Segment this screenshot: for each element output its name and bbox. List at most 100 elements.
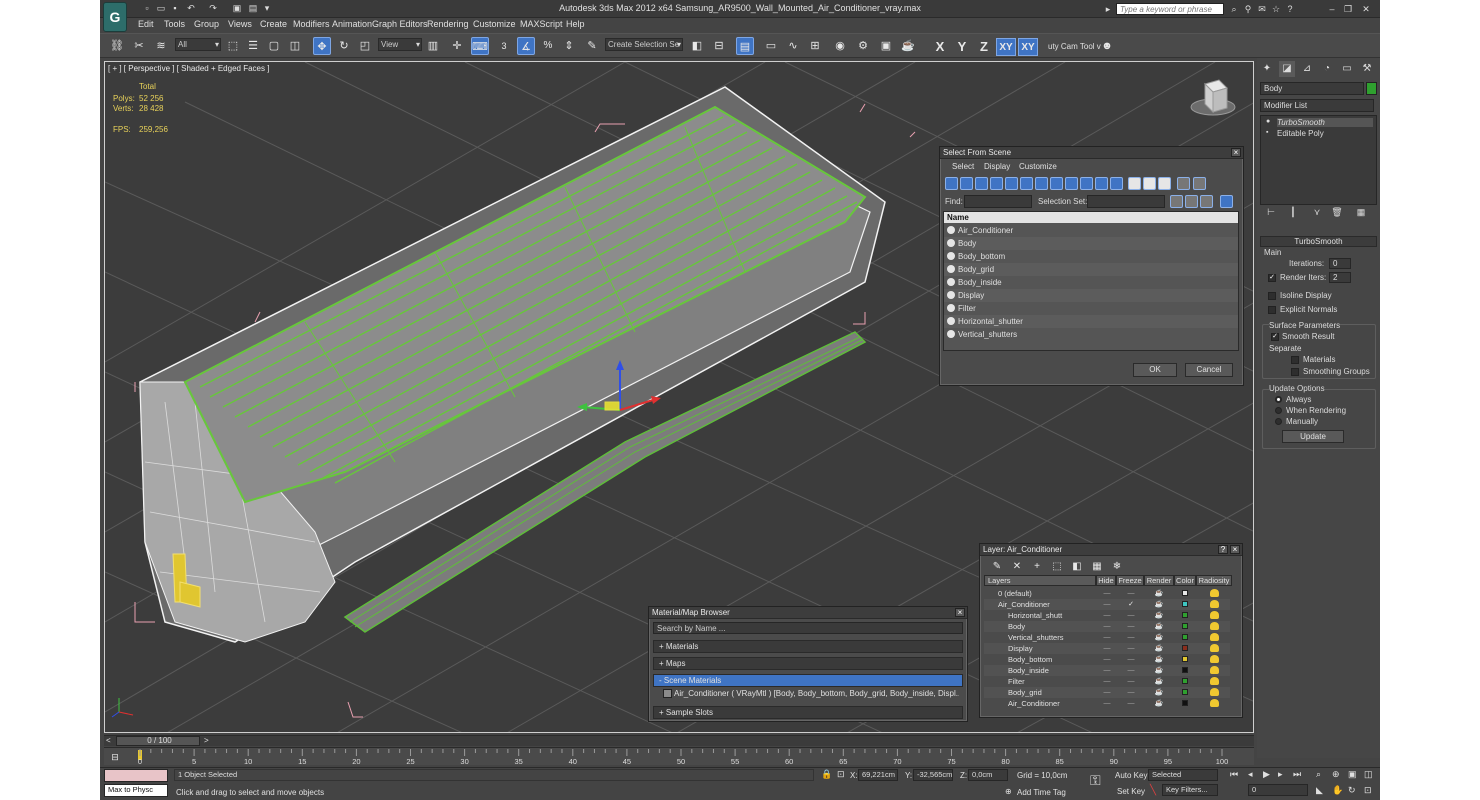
window-crossing-icon[interactable]: ◫ xyxy=(286,37,304,55)
menu-graph-editors[interactable]: Graph Editors xyxy=(372,19,428,29)
select-link-icon[interactable]: ⛓ xyxy=(108,37,126,55)
render-teapot-icon[interactable]: ☕ xyxy=(1154,676,1164,687)
layer-color-swatch[interactable] xyxy=(1182,667,1188,673)
lock-selection-icon[interactable]: 🔒 xyxy=(821,769,832,780)
axis-z-button[interactable]: Z xyxy=(974,38,994,56)
render-iters-spinner[interactable]: 2 xyxy=(1329,272,1351,283)
radiosity-bulb-icon[interactable] xyxy=(1210,677,1219,685)
delete-layer-icon[interactable]: ✕ xyxy=(1008,558,1026,576)
radiosity-bulb-icon[interactable] xyxy=(1210,622,1219,630)
table-row[interactable]: Body_grid — — ☕ xyxy=(984,687,1230,698)
display-containers-icon[interactable] xyxy=(1080,177,1093,190)
layer-color-swatch[interactable] xyxy=(1182,590,1188,596)
add-to-layer-icon[interactable]: + xyxy=(1028,558,1046,576)
select-all-icon[interactable] xyxy=(1128,177,1141,190)
table-row[interactable]: Filter — — ☕ xyxy=(984,676,1230,687)
bulb-icon[interactable]: ● xyxy=(1266,118,1270,125)
filter-options-icon[interactable] xyxy=(1193,177,1206,190)
subscription-icon[interactable]: ⚲ xyxy=(1242,3,1254,15)
table-row[interactable]: Display — — ☕ xyxy=(984,643,1230,654)
maps-section[interactable]: + Maps xyxy=(653,657,963,670)
layer-color-swatch[interactable] xyxy=(1182,689,1188,695)
update-button[interactable]: Update xyxy=(1282,430,1344,443)
select-move-icon[interactable]: ✥ xyxy=(313,37,331,55)
auto-key-button[interactable]: Auto Key xyxy=(1115,771,1147,780)
sort-icon[interactable] xyxy=(1220,195,1233,208)
axis-xy-button[interactable]: XY xyxy=(996,38,1016,56)
render-teapot-icon[interactable]: ☕ xyxy=(1154,687,1164,698)
layer-manager-title[interactable]: Layer: Air_Conditioner ? × xyxy=(980,544,1242,556)
named-selection-sets-dropdown[interactable]: Create Selection Se xyxy=(605,38,683,51)
select-from-scene-title[interactable]: Select From Scene × xyxy=(940,147,1243,159)
table-row[interactable]: Air_Conditioner — — ☕ xyxy=(984,698,1230,709)
rendered-frame-window-icon[interactable]: ▣ xyxy=(877,37,895,55)
maximize-viewport-icon[interactable]: ⊡ xyxy=(1364,785,1372,796)
render-teapot-icon[interactable]: ☕ xyxy=(1154,665,1164,676)
cancel-button[interactable]: Cancel xyxy=(1185,363,1233,377)
utilities-tab-icon[interactable]: ⚒ xyxy=(1359,61,1375,77)
menu-rendering[interactable]: Rendering xyxy=(427,19,469,29)
bind-space-warp-icon[interactable]: ≋ xyxy=(152,37,170,55)
list-item[interactable]: Body_bottom xyxy=(944,250,1238,263)
table-row[interactable]: Horizontal_shutt — — ☕ xyxy=(984,610,1230,621)
zoom-icon[interactable]: ⌕ xyxy=(1316,769,1321,780)
menu-animation[interactable]: Animation xyxy=(332,19,372,29)
display-groups-icon[interactable] xyxy=(1035,177,1048,190)
render-teapot-icon[interactable]: ☕ xyxy=(1154,599,1164,610)
list-item[interactable]: Body xyxy=(944,237,1238,250)
display-hidden-icon[interactable] xyxy=(1110,177,1123,190)
stack-item-turbosmooth[interactable]: TurboSmooth xyxy=(1277,118,1373,127)
render-teapot-icon[interactable]: ☕ xyxy=(1154,632,1164,643)
turbosmooth-rollout-header[interactable]: TurboSmooth xyxy=(1260,236,1377,247)
layer-color-swatch[interactable] xyxy=(1182,678,1188,684)
help-icon[interactable]: ? xyxy=(1218,545,1228,554)
sample-slots-section[interactable]: + Sample Slots xyxy=(653,706,963,719)
scene-material-item[interactable]: Air_Conditioner ( VRayMtl ) [Body, Body_… xyxy=(663,689,959,699)
render-teapot-icon[interactable]: ☕ xyxy=(1154,621,1164,632)
motion-tab-icon[interactable]: ◔ xyxy=(1319,61,1335,77)
menu-group[interactable]: Group xyxy=(194,19,219,29)
display-shapes-icon[interactable] xyxy=(960,177,973,190)
pivot-center-icon[interactable]: ▥ xyxy=(424,37,442,55)
render-teapot-icon[interactable]: ☕ xyxy=(1154,643,1164,654)
rect-selection-icon[interactable]: ▢ xyxy=(265,37,283,55)
render-iters-checkbox[interactable]: ✓ xyxy=(1268,274,1276,282)
display-xrefs-icon[interactable] xyxy=(1050,177,1063,190)
spinner-snap-icon[interactable]: ⇕ xyxy=(560,37,578,55)
render-teapot-icon[interactable]: ☕ xyxy=(1154,588,1164,599)
menu-create[interactable]: Create xyxy=(260,19,287,29)
search-icon[interactable]: ⌕ xyxy=(1228,3,1240,15)
freeze-column-header[interactable]: Freeze xyxy=(1116,575,1144,586)
ok-button[interactable]: OK xyxy=(1133,363,1177,377)
create-selection-set-icon[interactable] xyxy=(1170,195,1183,208)
add-to-set-icon[interactable] xyxy=(1200,195,1213,208)
manually-radio[interactable] xyxy=(1275,418,1282,425)
remove-modifier-icon[interactable]: 🗑 xyxy=(1329,204,1345,220)
time-slider-thumb[interactable]: 0 / 100 xyxy=(116,736,200,746)
sfs-column-name[interactable]: Name xyxy=(944,212,1238,223)
x-coord-field[interactable]: 69,221cm xyxy=(858,769,898,781)
render-teapot-icon[interactable]: ☕ xyxy=(1154,610,1164,621)
previous-frame-icon[interactable]: ◂ xyxy=(1248,769,1253,780)
axis-x-button[interactable]: X xyxy=(930,38,950,56)
select-none-icon[interactable] xyxy=(1143,177,1156,190)
cam-tool-icon[interactable]: ☻ xyxy=(1098,37,1116,55)
current-frame-field[interactable]: 0 xyxy=(1248,784,1308,796)
smoothing-groups-checkbox[interactable] xyxy=(1291,368,1299,376)
materials-section[interactable]: + Materials xyxy=(653,640,963,653)
play-icon[interactable]: ▶ xyxy=(1263,769,1270,780)
percent-snap-icon[interactable]: % xyxy=(539,37,557,55)
orbit-icon[interactable]: ↻ xyxy=(1348,785,1356,796)
layer-manager-icon[interactable]: ▤ xyxy=(736,37,754,55)
pan-view-icon[interactable]: ✋ xyxy=(1332,785,1343,796)
close-icon[interactable]: × xyxy=(955,608,965,617)
menu-modifiers[interactable]: Modifiers xyxy=(293,19,330,29)
time-slider[interactable]: < 0 / 100 > xyxy=(104,735,1254,746)
radiosity-bulb-icon[interactable] xyxy=(1210,644,1219,652)
display-geometry-icon[interactable] xyxy=(945,177,958,190)
materials-checkbox[interactable] xyxy=(1291,356,1299,364)
maxscript-listener-mini[interactable] xyxy=(104,769,168,782)
highlight-selected-icon[interactable]: ◧ xyxy=(1068,558,1086,576)
time-slider-next-icon[interactable]: > xyxy=(204,736,209,745)
sfs-find-input[interactable] xyxy=(964,195,1032,208)
